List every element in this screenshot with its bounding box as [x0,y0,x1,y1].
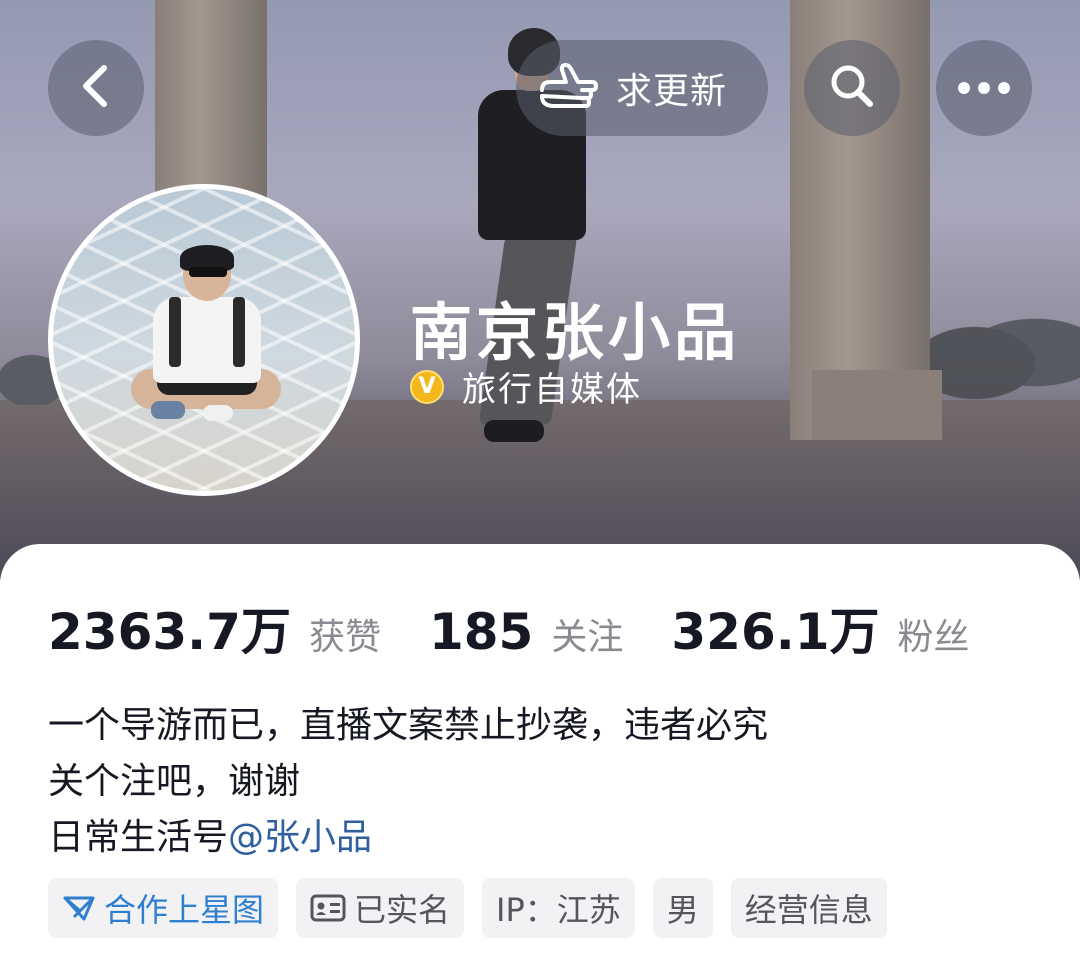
banner-figure-shoe [484,420,544,442]
followers-count[interactable]: 326.1万 [671,592,879,664]
chevron-left-icon [76,62,116,114]
more-horizontal-icon [958,82,1010,94]
bio-line: 一个导游而已，直播文案禁止抄袭，违者必究 [48,705,769,746]
gender-tag: 男 [652,878,713,938]
tag-label: 合作上星图 [104,891,265,929]
followers-label[interactable]: 粉丝 [898,608,970,660]
back-button[interactable] [48,40,144,136]
banner-pillar-left [155,0,267,200]
verified-identity-tag[interactable]: 已实名 [296,878,465,938]
banner-pillar-base [812,370,942,440]
bio-line: 日常生活号@张小品 [48,810,768,866]
tag-label: 男 [666,891,699,929]
bio-line: 关个注吧，谢谢 [48,761,301,802]
stats-row: 2363.7万 获赞 185 关注 326.1万 粉丝 [48,592,970,664]
star-chart-tag[interactable]: 合作上星图 [48,878,279,938]
verified-tag: V 旅行自媒体 [410,362,642,411]
search-button[interactable] [804,40,900,136]
tag-row: 合作上星图 已实名 IP：江苏 男 经营信息 [48,878,887,938]
profile-name: 南京张小品 [410,296,741,369]
ip-location-tag: IP：江苏 [482,878,635,938]
verified-badge-icon: V [410,369,444,404]
star-chart-icon [62,893,96,923]
more-button[interactable] [936,40,1032,136]
search-icon [827,61,877,115]
bio-line-prefix: 日常生活号 [48,817,229,858]
following-count[interactable]: 185 [429,603,533,661]
bio: 一个导游而已，直播文案禁止抄袭，违者必究 关个注吧，谢谢 日常生活号@张小品 [48,698,768,866]
pointing-hand-icon [538,58,598,118]
tag-label: 已实名 [354,891,451,929]
tag-label: 经营信息 [744,891,873,929]
likes-label: 获赞 [308,617,381,658]
tag-label: IP：江苏 [496,891,621,929]
id-card-icon [310,894,346,922]
avatar[interactable] [48,184,360,496]
request-update-label: 求更新 [616,71,728,112]
likes-count: 2363.7万 [48,603,291,661]
verified-label: 旅行自媒体 [462,370,642,410]
business-info-tag[interactable]: 经营信息 [730,878,887,938]
mention-link[interactable]: @张小品 [228,817,372,858]
banner-trees [930,300,1080,405]
profile-info-card: 2363.7万 获赞 185 关注 326.1万 粉丝 一个导游而已，直播文案禁… [0,544,1080,960]
request-update-button[interactable]: 求更新 [516,40,768,136]
following-label[interactable]: 关注 [551,608,623,660]
